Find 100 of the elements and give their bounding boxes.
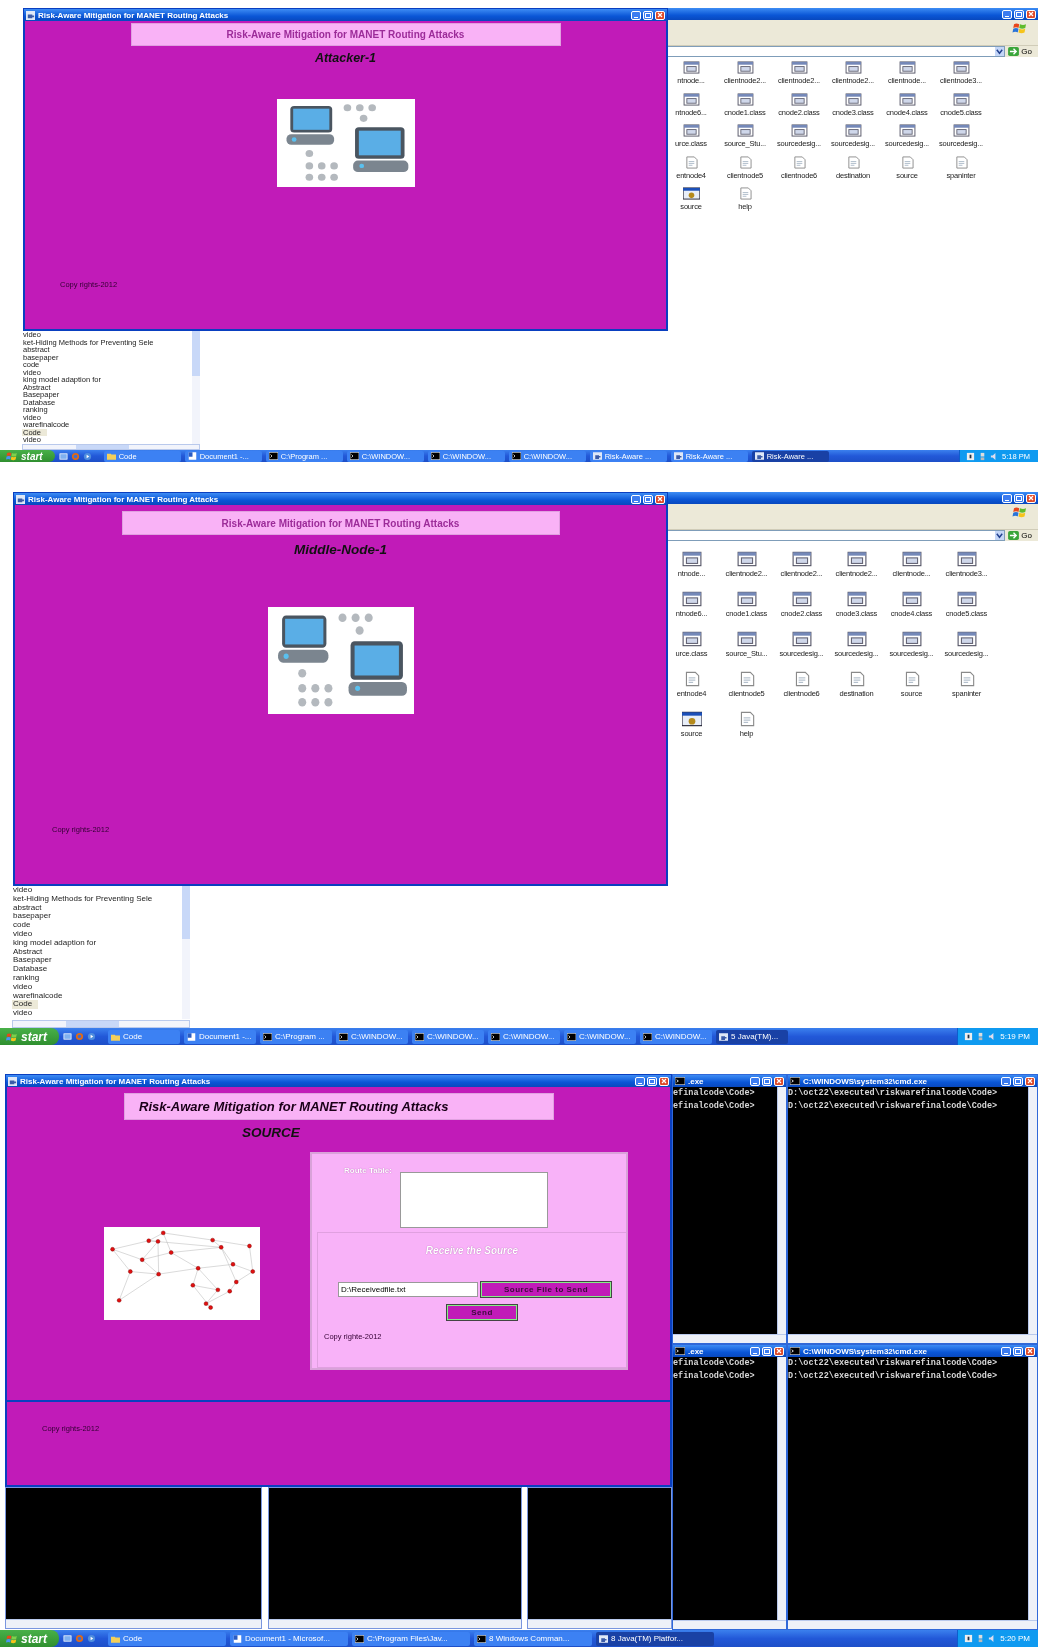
vertical-scrollbar[interactable]	[1028, 1087, 1037, 1334]
close-button[interactable]	[774, 1346, 784, 1356]
vertical-scrollbar[interactable]	[777, 1357, 786, 1620]
maximize-button[interactable]	[643, 10, 653, 20]
maximize-button[interactable]	[647, 1076, 657, 1086]
console-line: efinalcode\Code>	[673, 1100, 755, 1113]
taskbar-button[interactable]: 5 Java(TM)...	[716, 1029, 788, 1044]
vertical-scrollbar[interactable]	[182, 886, 190, 1019]
tree-item[interactable]: Database	[12, 965, 48, 974]
close-button[interactable]	[1026, 9, 1036, 19]
horizontal-scrollbar[interactable]	[528, 1619, 671, 1628]
command-prompt-icon	[790, 1077, 800, 1085]
taskbar-button[interactable]: C:\WINDOW...	[336, 1029, 408, 1044]
maximize-button[interactable]	[762, 1076, 772, 1086]
maximize-button[interactable]	[1013, 1076, 1023, 1086]
media-icon[interactable]	[87, 1032, 96, 1041]
horizontal-scrollbar[interactable]	[12, 1019, 190, 1028]
desktop-icon[interactable]	[63, 1032, 72, 1041]
close-button[interactable]	[774, 1076, 784, 1086]
class-file-icon	[901, 631, 922, 647]
horizontal-scrollbar[interactable]	[673, 1334, 786, 1343]
minimize-button[interactable]	[631, 10, 641, 20]
desktop-icon[interactable]	[58, 451, 68, 461]
command-prompt-icon	[430, 452, 440, 460]
tree-item[interactable]: basepaper	[12, 912, 51, 922]
minimize-button[interactable]	[631, 494, 641, 504]
taskbar-button[interactable]: C:\WINDOW...	[488, 1029, 560, 1044]
minimize-button[interactable]	[1002, 493, 1012, 503]
close-button[interactable]	[659, 1076, 669, 1086]
close-button[interactable]	[1025, 1346, 1035, 1356]
browser-icon[interactable]	[75, 1634, 84, 1643]
console-line: efinalcode\Code>	[673, 1357, 755, 1370]
close-button[interactable]	[1026, 493, 1036, 503]
tree-item[interactable]: video	[12, 1009, 33, 1018]
console-line: efinalcode\Code>	[673, 1370, 755, 1383]
minimize-button[interactable]	[1001, 1346, 1011, 1356]
tree-item[interactable]: ket-Hiding Methods for Preventing Sele	[12, 894, 153, 904]
maximize-button[interactable]	[1014, 493, 1024, 503]
vertical-scrollbar[interactable]	[192, 331, 200, 444]
horizontal-scrollbar[interactable]	[673, 1620, 786, 1629]
maximize-button[interactable]	[762, 1346, 772, 1356]
minimize-button[interactable]	[750, 1076, 760, 1086]
taskbar-button[interactable]: Document1 - Microsof...	[230, 1631, 348, 1646]
close-button[interactable]	[655, 494, 665, 504]
minimize-button[interactable]	[635, 1076, 645, 1086]
horizontal-scrollbar[interactable]	[788, 1620, 1037, 1629]
taskbar-button[interactable]: C:\Program ...	[260, 1029, 332, 1044]
window-title: Risk-Aware Mitigation for MANET Routing Attacks	[38, 10, 229, 20]
vertical-scrollbar[interactable]	[777, 1087, 786, 1334]
horizontal-scrollbar[interactable]	[788, 1334, 1037, 1343]
vertical-scrollbar[interactable]	[1028, 1357, 1037, 1620]
taskbar-button[interactable]: C:\WINDOW...	[412, 1029, 484, 1044]
tree-item[interactable]: video	[12, 982, 33, 992]
coffee-cup-icon	[719, 1032, 728, 1041]
tree-item[interactable]: video	[12, 930, 33, 939]
taskbar-button[interactable]: C:\WINDOW...	[564, 1029, 636, 1044]
horizontal-scrollbar[interactable]	[22, 444, 200, 450]
taskbar-button[interactable]: 8 Java(TM) Platfor...	[596, 1631, 714, 1646]
horizontal-scrollbar[interactable]	[6, 1619, 261, 1628]
tree-item[interactable]: warefinalcode	[12, 991, 63, 1001]
maximize-button[interactable]	[1014, 9, 1024, 19]
media-icon[interactable]	[87, 1634, 96, 1643]
taskbar-button[interactable]: C:\Program Files\Jav...	[352, 1631, 470, 1646]
class-file-icon	[791, 631, 812, 647]
tree-item[interactable]: ranking	[12, 973, 40, 983]
taskbar-button[interactable]: 8 Windows Comman...	[474, 1631, 592, 1646]
class-file-icon	[736, 551, 757, 567]
close-button[interactable]	[655, 10, 665, 20]
horizontal-scrollbar[interactable]	[269, 1619, 521, 1628]
minimize-button[interactable]	[1002, 9, 1012, 19]
window-title: Risk-Aware Mitigation for MANET Routing Attacks	[20, 1076, 211, 1086]
class-file-icon	[790, 124, 808, 137]
browser-icon[interactable]	[75, 1032, 84, 1041]
document-icon	[233, 1634, 242, 1643]
console-line: D:\oct22\executed\riskwarefinalcode\Code>	[788, 1100, 998, 1113]
taskbar-button[interactable]: Code	[108, 1631, 226, 1646]
file-path-field[interactable]: D:\Receivedfile.txt	[338, 1282, 478, 1297]
title-banner: Risk-Aware Mitigation for MANET Routing Attacks	[121, 511, 560, 535]
maximize-button[interactable]	[1013, 1346, 1023, 1356]
console-line: D:\oct22\executed\riskwarefinalcode\Code>	[788, 1087, 998, 1100]
tree-item[interactable]: Code	[12, 1000, 39, 1010]
minimize-button[interactable]	[750, 1346, 760, 1356]
tree-item[interactable]: king model adaption for	[12, 938, 97, 948]
media-icon[interactable]	[82, 451, 92, 461]
application-icon	[682, 187, 700, 200]
minimize-button[interactable]	[1001, 1076, 1011, 1086]
tree-item[interactable]: Abstract	[12, 947, 43, 957]
route-table-area[interactable]	[399, 1172, 548, 1228]
browser-icon[interactable]	[70, 451, 80, 461]
taskbar-button[interactable]: Document1 -...	[184, 1029, 256, 1044]
tree-item[interactable]: video	[12, 886, 33, 895]
tree-item[interactable]: code	[12, 921, 31, 930]
taskbar-button[interactable]: Code	[108, 1029, 180, 1044]
dropdown-caret-icon	[995, 531, 1005, 540]
tree-item[interactable]: abstract	[12, 903, 42, 913]
tree-item[interactable]: Basepaper	[12, 956, 52, 966]
desktop-icon[interactable]	[63, 1634, 72, 1643]
maximize-button[interactable]	[643, 494, 653, 504]
close-button[interactable]	[1025, 1076, 1035, 1086]
taskbar-button[interactable]: C:\WINDOW...	[640, 1029, 712, 1044]
